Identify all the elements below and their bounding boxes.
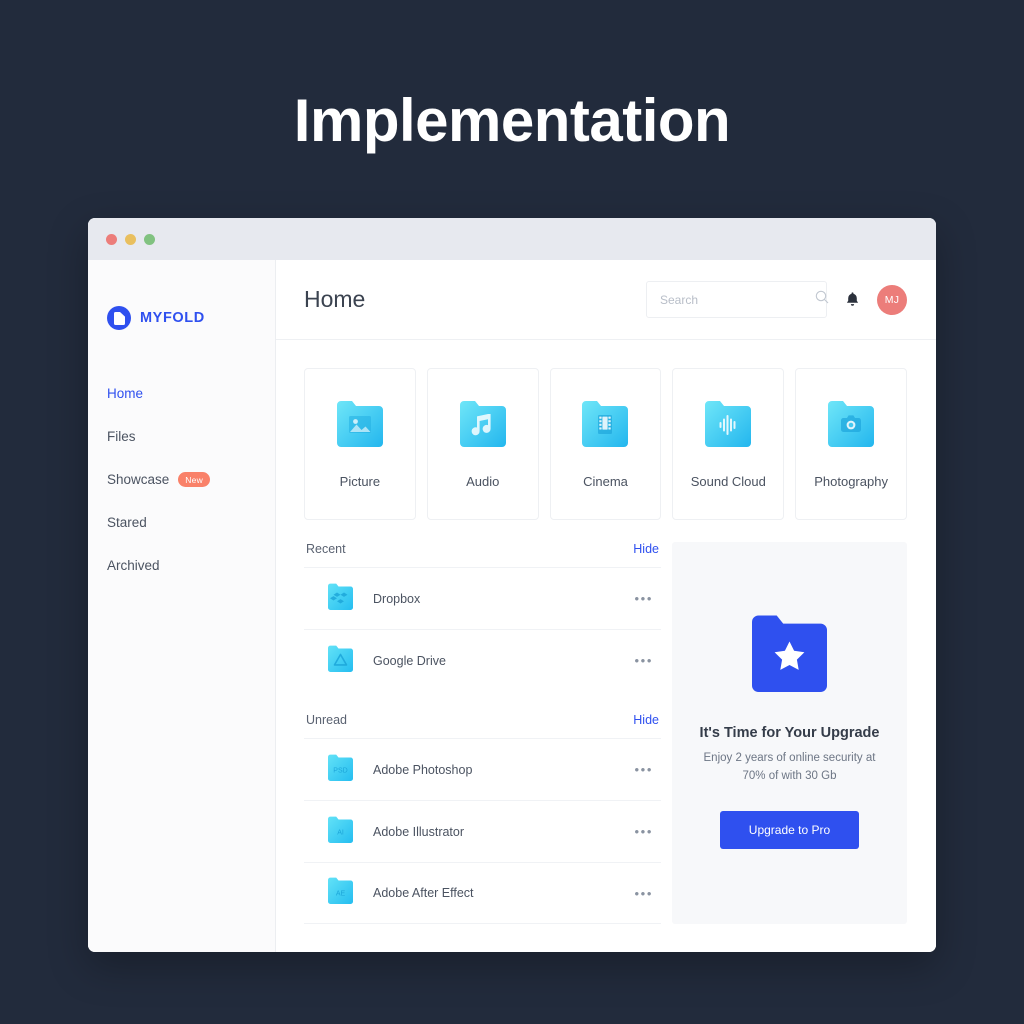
row-menu-icon[interactable]: ••• [635,762,657,777]
lists-and-promo: Recent Hide [304,542,907,924]
app-window: MYFOLD Home Files Showcase New Stared [88,218,936,952]
upgrade-title: It's Time for Your Upgrade [700,725,880,741]
main-area: Home MJ [276,260,936,952]
file-name: Adobe Illustrator [373,825,615,839]
file-name: Google Drive [373,654,615,668]
section-spacer [304,691,661,713]
svg-text:AE: AE [336,891,346,898]
sidebar-item-stared[interactable]: Stared [88,501,275,544]
table-row[interactable]: AI Adobe Illustrator ••• [304,800,661,862]
search-box[interactable] [646,281,827,318]
sidebar-item-files[interactable]: Files [88,415,275,458]
folder-card-label: Cinema [583,474,628,489]
content-area: Picture Audio [276,340,936,952]
avatar[interactable]: MJ [877,285,907,315]
sidebar-item-label: Showcase [107,472,169,487]
folder-soundcloud-icon [705,400,751,453]
section-title: Recent [306,542,346,556]
slide-canvas: Implementation MYFOLD Home [0,0,1024,1024]
folder-card-audio[interactable]: Audio [427,368,539,520]
folder-star-icon [752,614,827,697]
close-window-icon[interactable] [106,234,117,245]
window-body: MYFOLD Home Files Showcase New Stared [88,260,936,952]
folder-ae-icon: AE [328,877,353,909]
table-row[interactable]: PSD Adobe Photoshop ••• [304,738,661,800]
folder-card-label: Picture [340,474,380,489]
folder-picture-icon [337,400,383,453]
folder-audio-icon [460,400,506,453]
folder-googledrive-icon [328,645,353,677]
section-header-unread: Unread Hide [304,713,661,738]
sidebar: MYFOLD Home Files Showcase New Stared [88,260,276,952]
app-logo[interactable]: MYFOLD [88,306,275,330]
folder-psd-icon: PSD [328,754,353,786]
sidebar-item-showcase[interactable]: Showcase New [88,458,275,501]
hide-link-recent[interactable]: Hide [633,542,659,556]
folder-card-photography[interactable]: Photography [795,368,907,520]
folder-cinema-icon [582,400,628,453]
folder-card-cinema[interactable]: Cinema [550,368,662,520]
sidebar-item-home[interactable]: Home [88,372,275,415]
sidebar-item-label: Stared [107,515,147,530]
sidebar-item-label: Archived [107,558,160,573]
folder-dropbox-icon [328,583,353,615]
sidebar-nav: Home Files Showcase New Stared Archived [88,372,275,587]
file-name: Dropbox [373,592,615,606]
notifications-bell-icon[interactable] [841,288,863,312]
slide-title: Implementation [0,86,1024,155]
section-header-recent: Recent Hide [304,542,661,567]
row-menu-icon[interactable]: ••• [635,824,657,839]
app-logo-text: MYFOLD [140,310,205,326]
row-menu-icon[interactable]: ••• [635,591,657,606]
new-badge: New [178,472,210,487]
file-name: Adobe Photoshop [373,763,615,777]
svg-text:AI: AI [337,829,344,836]
minimize-window-icon[interactable] [125,234,136,245]
sidebar-item-archived[interactable]: Archived [88,544,275,587]
folder-card-label: Photography [814,474,888,489]
folder-card-soundcloud[interactable]: Sound Cloud [672,368,784,520]
folder-card-picture[interactable]: Picture [304,368,416,520]
table-row[interactable]: Google Drive ••• [304,629,661,691]
sidebar-item-label: Home [107,386,143,401]
folder-photography-icon [828,400,874,453]
sidebar-item-label: Files [107,429,136,444]
search-icon[interactable] [815,290,829,309]
folder-card-grid: Picture Audio [304,368,907,520]
table-row[interactable]: Dropbox ••• [304,567,661,629]
window-title-bar [88,218,936,260]
folder-card-label: Sound Cloud [691,474,766,489]
folder-ai-icon: AI [328,816,353,848]
upgrade-panel: It's Time for Your Upgrade Enjoy 2 years… [672,542,907,924]
table-row[interactable]: AE Adobe After Effect ••• [304,862,661,924]
hide-link-unread[interactable]: Hide [633,713,659,727]
file-name: Adobe After Effect [373,886,615,900]
page-title: Home [304,286,632,313]
section-title: Unread [306,713,347,727]
file-lists: Recent Hide [304,542,661,924]
top-bar: Home MJ [276,260,936,340]
svg-text:PSD: PSD [333,767,347,774]
upgrade-to-pro-button[interactable]: Upgrade to Pro [720,811,859,849]
folder-card-label: Audio [466,474,499,489]
upgrade-subtitle: Enjoy 2 years of online security at 70% … [694,750,885,786]
row-menu-icon[interactable]: ••• [635,886,657,901]
myfold-logo-icon [107,306,131,330]
search-input[interactable] [660,293,815,307]
row-menu-icon[interactable]: ••• [635,653,657,668]
zoom-window-icon[interactable] [144,234,155,245]
